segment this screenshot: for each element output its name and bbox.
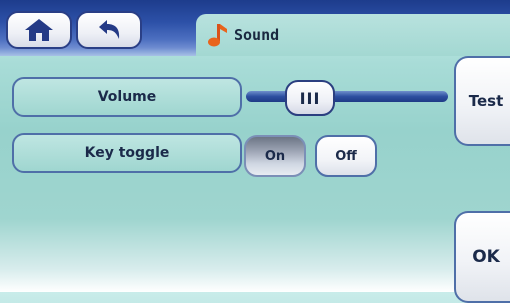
back-button[interactable] <box>76 11 142 49</box>
key-toggle-off-button[interactable]: Off <box>315 135 377 177</box>
test-button[interactable]: Test <box>454 56 510 146</box>
key-toggle-label: Key toggle <box>12 133 242 173</box>
volume-slider-thumb[interactable]: III <box>285 80 335 116</box>
key-toggle-on-button[interactable]: On <box>244 135 306 177</box>
page-title: Sound <box>234 26 280 44</box>
ok-button[interactable]: OK <box>454 211 510 303</box>
music-note-icon <box>208 24 227 47</box>
back-arrow-icon <box>99 20 120 39</box>
volume-label: Volume <box>12 77 242 117</box>
home-icon <box>25 19 53 41</box>
volume-slider-track[interactable] <box>246 91 448 102</box>
title-tab: Sound <box>196 14 510 56</box>
home-button[interactable] <box>6 11 72 49</box>
